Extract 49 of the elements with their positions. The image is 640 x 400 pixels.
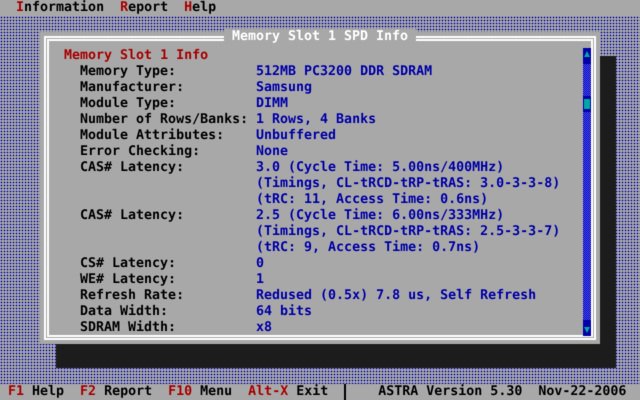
field-label: Number of Rows/Banks: (80, 112, 250, 128)
field-label: Module Attributes: (80, 128, 226, 144)
field-label: SDRAM Width: (80, 320, 178, 336)
shortcut-key[interactable]: F2 (80, 384, 96, 400)
shortcut-label: Menu (200, 384, 232, 400)
menu-item[interactable]: Help (184, 0, 216, 16)
field-value: 1 (256, 272, 264, 288)
field-value: 1 Rows, 4 Banks (256, 112, 376, 128)
field-label: Refresh Rate: (80, 288, 186, 304)
field-value: Unbuffered (256, 128, 336, 144)
section-heading: Memory Slot 1 Info (64, 48, 210, 64)
field-value: None (256, 144, 288, 160)
scrollbar[interactable] (583, 48, 591, 336)
menu-item[interactable]: Information (16, 0, 104, 16)
field-label: Module Type: (80, 96, 178, 112)
scroll-thumb[interactable] (583, 96, 591, 112)
field-label: WE# Latency: (80, 272, 178, 288)
window-title: Memory Slot 1 SPD Info (224, 29, 416, 45)
date-text: Nov-22-2006 (538, 384, 626, 400)
shortcut-label: Help (32, 384, 64, 400)
scroll-up-icon[interactable] (583, 48, 591, 64)
menu-item[interactable]: Report (120, 0, 168, 16)
field-value: x8 (256, 320, 272, 336)
field-label: CAS# Latency: (80, 160, 186, 177)
field-value: 3.0 (Cycle Time: 5.00ns/400MHz) (256, 160, 506, 176)
field-value: 0 (256, 256, 264, 272)
field-label: Data Width: (80, 304, 170, 320)
field-value: 2.5 (Cycle Time: 6.00ns/333MHz) (256, 208, 506, 224)
field-value: (Timings, CL-tRCD-tRP-tRAS: 2.5-3-3-7) (256, 224, 560, 240)
field-value: (Timings, CL-tRCD-tRP-tRAS: 3.0-3-3-8) (256, 176, 560, 192)
field-label: Error Checking: (80, 144, 202, 160)
shortcut-label: Report (104, 384, 152, 400)
field-value: Redused (0.5x) 7.8 us, Self Refresh (256, 288, 536, 304)
shortcut-key[interactable]: F1 (8, 384, 24, 400)
scroll-down-icon[interactable] (583, 320, 591, 336)
field-label: CS# Latency: (80, 256, 178, 272)
field-label: Manufacturer: (80, 80, 186, 96)
version-text: ASTRA Version 5.30 (378, 384, 522, 400)
field-value: (tRC: 9, Access Time: 0.7ns) (256, 240, 482, 256)
shortcut-label: Exit (296, 384, 328, 400)
shortcut-key[interactable]: Alt-X (248, 384, 288, 400)
shortcut-key[interactable]: F10 (168, 384, 192, 400)
field-value: 512MB PC3200 DDR SDRAM (256, 64, 432, 80)
field-value: DIMM (256, 96, 288, 112)
field-value: Samsung (256, 80, 312, 96)
field-value: (tRC: 11, Access Time: 0.6ns) (256, 192, 490, 208)
field-label: CAS# Latency: (80, 208, 186, 225)
field-value: 64 bits (256, 304, 312, 320)
field-label: Memory Type: (80, 64, 178, 80)
